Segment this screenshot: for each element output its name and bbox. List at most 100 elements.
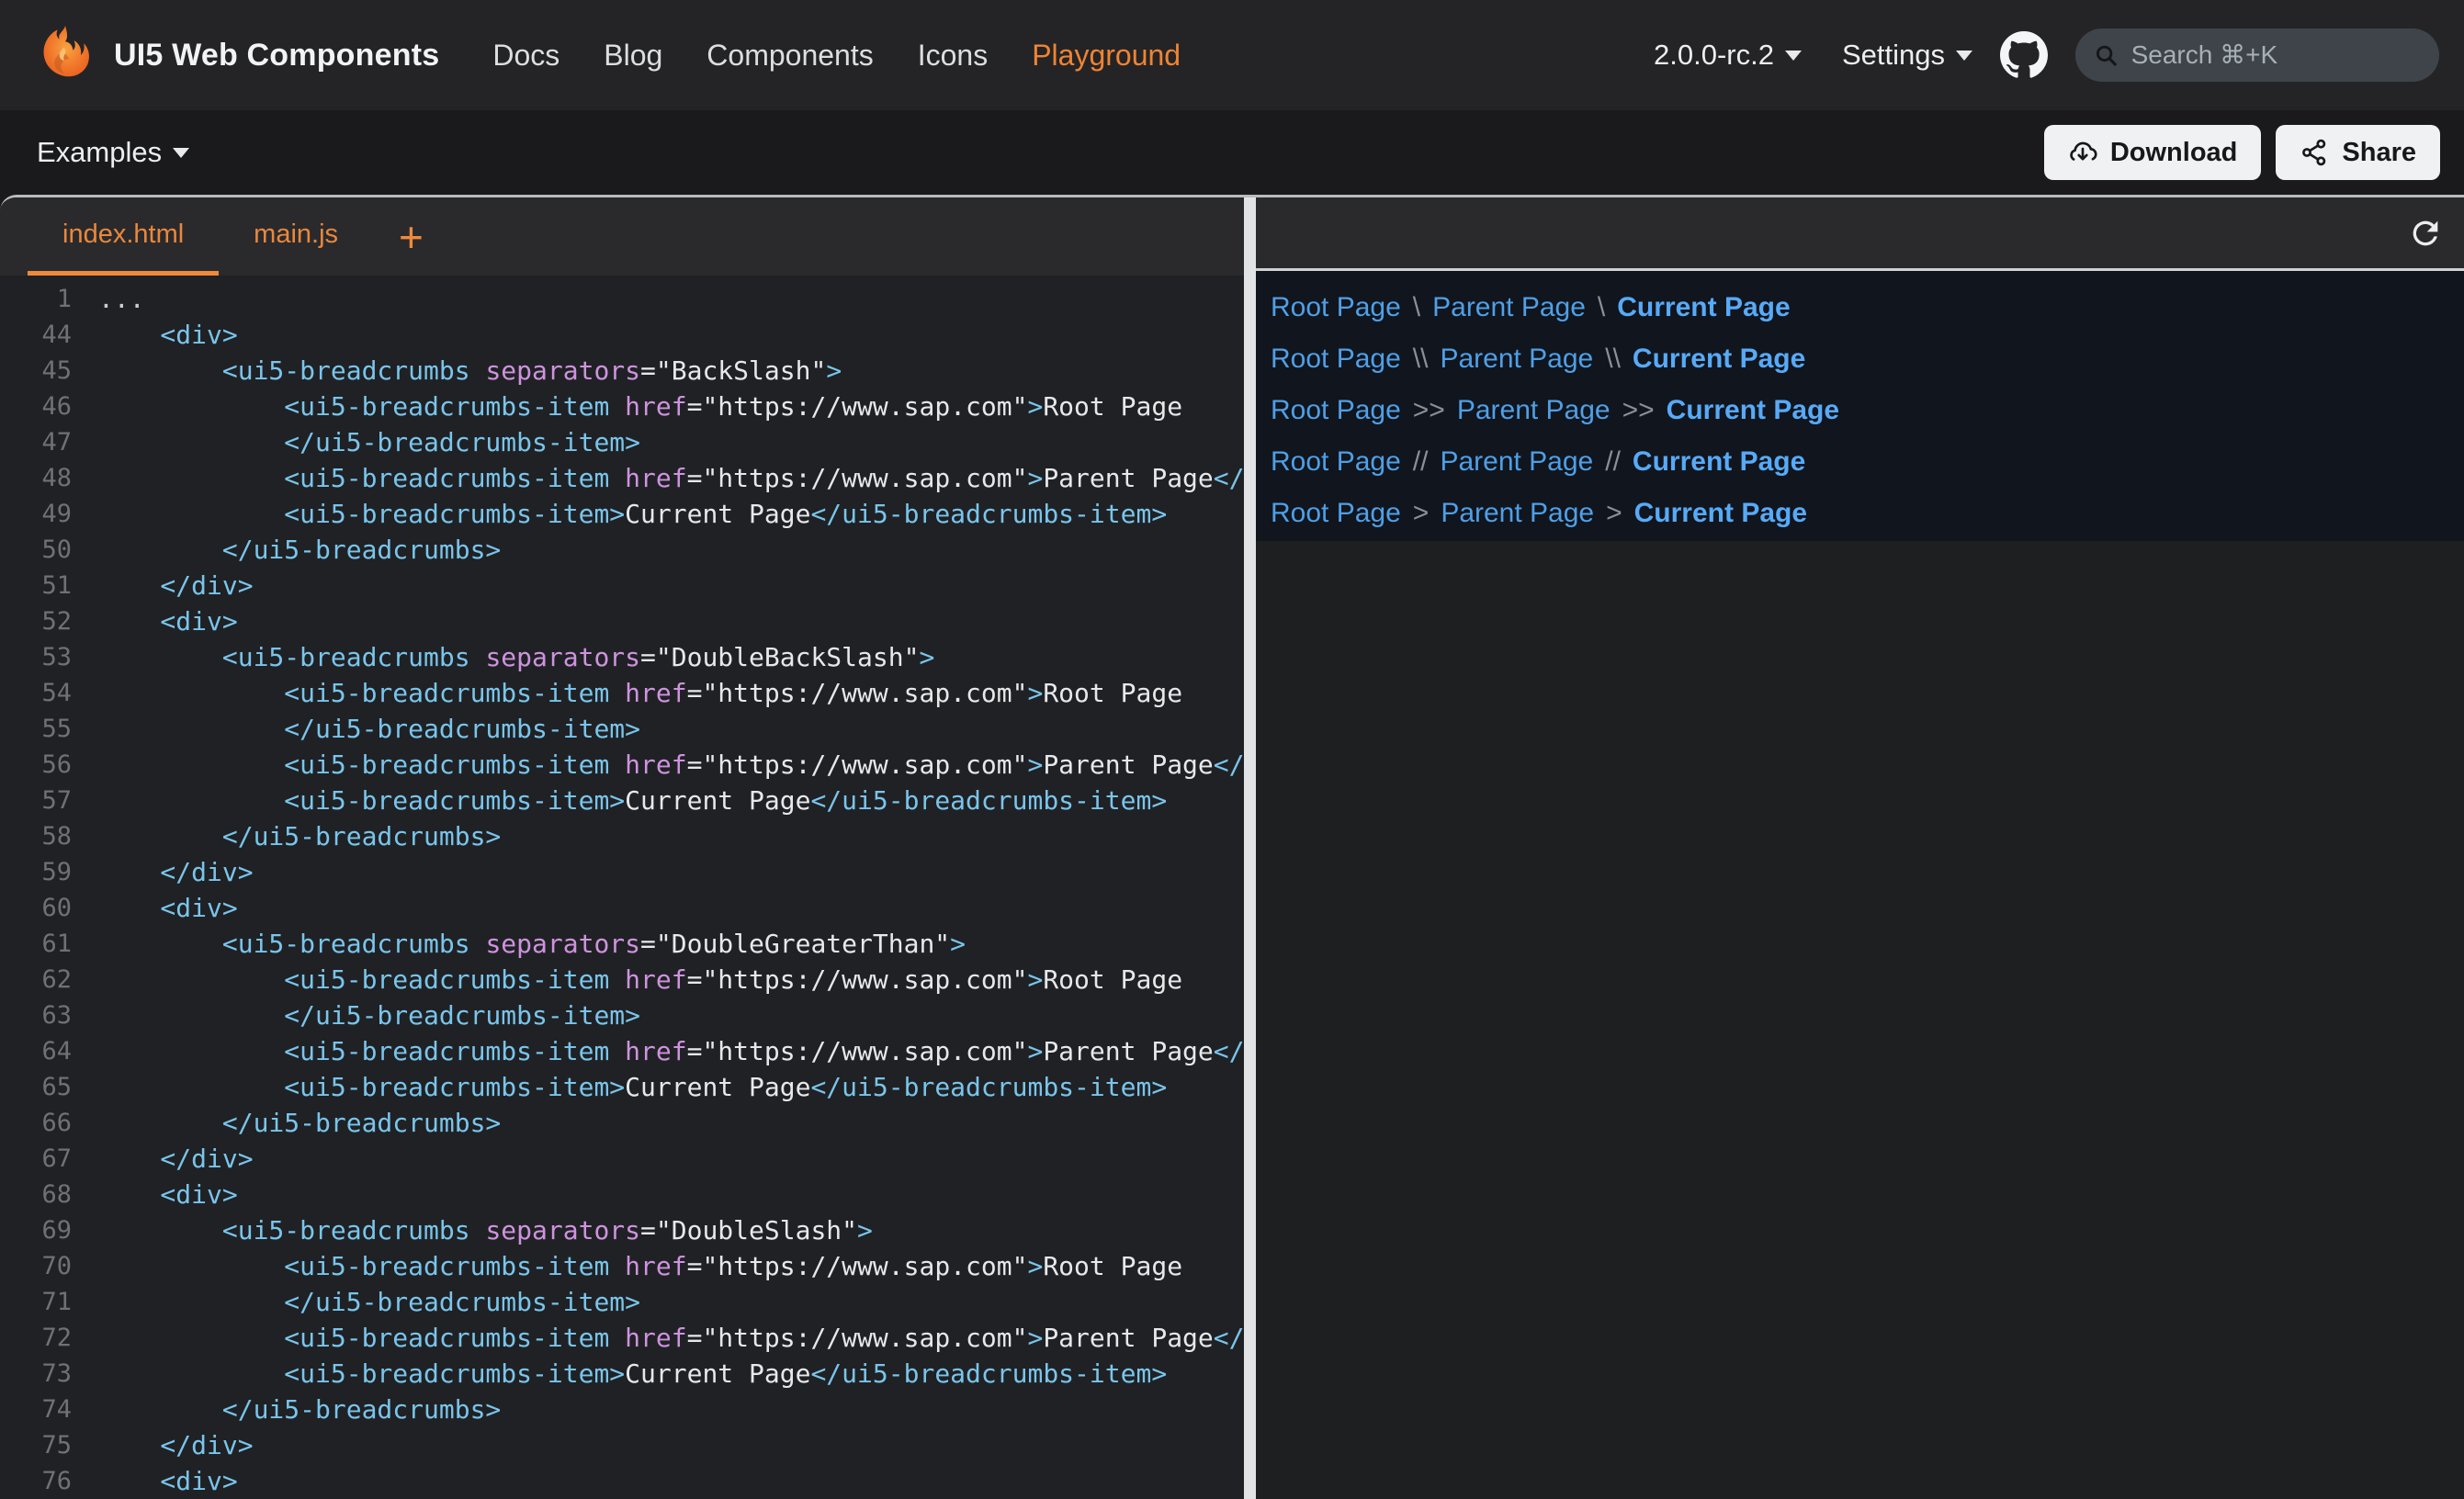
github-icon[interactable] bbox=[2000, 31, 2048, 79]
breadcrumb-link[interactable]: Root Page bbox=[1271, 498, 1401, 529]
breadcrumb-link[interactable]: Root Page bbox=[1271, 344, 1401, 375]
token-attr: href bbox=[625, 750, 686, 780]
line-number: 64 bbox=[0, 1033, 77, 1069]
panel-actions: Download Share bbox=[2044, 125, 2440, 180]
code-area[interactable]: 1...44 <div>45 <ui5-breadcrumbs separato… bbox=[0, 276, 1244, 1499]
token-tag: </ui5-breadcrumbs-item> bbox=[98, 714, 640, 744]
token-plain: ="https://www.sap.com" bbox=[687, 1323, 1028, 1353]
code-editor: index.htmlmain.js + 1...44 <div>45 <ui5-b… bbox=[0, 197, 1244, 1499]
token-tag: </div> bbox=[98, 1430, 254, 1460]
code-text: </ui5-breadcrumbs-item> bbox=[98, 1284, 640, 1320]
token-plain: ="https://www.sap.com" bbox=[687, 678, 1028, 708]
token-attr: href bbox=[625, 463, 686, 493]
code-text: </ui5-breadcrumbs-item> bbox=[98, 424, 640, 460]
token-tag: <ui5-breadcrumbs-item bbox=[98, 750, 625, 780]
code-text: <ui5-breadcrumbs-item href="https://www.… bbox=[98, 1248, 1182, 1284]
brand-title: UI5 Web Components bbox=[114, 38, 439, 73]
examples-dropdown[interactable]: Examples bbox=[37, 136, 189, 169]
token-plain: ="DoubleBackSlash" bbox=[640, 642, 919, 672]
code-line: 54 <ui5-breadcrumbs-item href="https://w… bbox=[0, 675, 1244, 711]
settings-label: Settings bbox=[1842, 39, 1945, 72]
tab-main.js[interactable]: main.js bbox=[219, 197, 373, 276]
breadcrumb-link[interactable]: Parent Page bbox=[1440, 344, 1593, 375]
breadcrumb-separator: > bbox=[1413, 498, 1430, 529]
token-tag: <ui5-breadcrumbs-item bbox=[98, 463, 625, 493]
breadcrumb-separator: \\ bbox=[1413, 344, 1429, 375]
breadcrumb-link[interactable]: Parent Page bbox=[1457, 395, 1611, 426]
code-text: <ui5-breadcrumbs-item>Current Page</ui5-… bbox=[98, 496, 1167, 532]
token-tag: <ui5-breadcrumbs bbox=[98, 929, 485, 959]
breadcrumb-link[interactable]: Parent Page bbox=[1440, 446, 1593, 478]
breadcrumb-separator: > bbox=[1606, 498, 1622, 529]
share-button[interactable]: Share bbox=[2276, 125, 2440, 180]
ui5-phoenix-logo-icon bbox=[33, 24, 96, 86]
version-label: 2.0.0-rc.2 bbox=[1654, 39, 1774, 72]
token-tag: <ui5-breadcrumbs-item bbox=[98, 678, 625, 708]
breadcrumb-link[interactable]: Root Page bbox=[1271, 395, 1401, 426]
code-text: <ui5-breadcrumbs-item href="https://www.… bbox=[98, 1320, 1244, 1356]
token-tag: > bbox=[1027, 391, 1043, 422]
line-number: 74 bbox=[0, 1392, 77, 1427]
breadcrumb-current: Current Page bbox=[1667, 395, 1839, 426]
line-number: 60 bbox=[0, 890, 77, 926]
nav-link-playground[interactable]: Playground bbox=[1032, 39, 1181, 73]
code-line: 58 </ui5-breadcrumbs> bbox=[0, 818, 1244, 854]
preview-empty-area bbox=[1256, 541, 2464, 1499]
token-tag: </ui5-breadcrumbs-item> bbox=[810, 1358, 1167, 1389]
token-tag: </ui5-breadcrumbs-item> bbox=[810, 785, 1167, 816]
token-plain: Root Page bbox=[1043, 964, 1182, 995]
code-text: <ui5-breadcrumbs-item href="https://www.… bbox=[98, 962, 1182, 997]
download-button[interactable]: Download bbox=[2044, 125, 2262, 180]
token-tag: </ui5-breadcrumbs-item> bbox=[1214, 1323, 1244, 1353]
token-tag: </ui5-breadcrumbs-item> bbox=[1214, 463, 1244, 493]
token-tag: > bbox=[1027, 750, 1043, 780]
line-number: 59 bbox=[0, 854, 77, 890]
nav-link-docs[interactable]: Docs bbox=[492, 39, 559, 73]
code-line: 46 <ui5-breadcrumbs-item href="https://w… bbox=[0, 389, 1244, 424]
line-number: 53 bbox=[0, 639, 77, 675]
token-tag: <div> bbox=[98, 320, 238, 350]
token-tag: <ui5-breadcrumbs bbox=[98, 1215, 485, 1245]
version-dropdown[interactable]: 2.0.0-rc.2 bbox=[1654, 39, 1802, 72]
search-input[interactable] bbox=[2131, 40, 2423, 70]
breadcrumb-current: Current Page bbox=[1617, 292, 1790, 323]
tab-index.html[interactable]: index.html bbox=[28, 197, 219, 276]
code-text: <div> bbox=[98, 317, 238, 353]
nav-link-components[interactable]: Components bbox=[706, 39, 873, 73]
token-tag: <ui5-breadcrumbs-item> bbox=[98, 1358, 625, 1389]
token-tag: </div> bbox=[98, 1144, 254, 1174]
token-tag: <ui5-breadcrumbs-item bbox=[98, 391, 625, 422]
code-text: <div> bbox=[98, 1463, 238, 1499]
token-tag: > bbox=[1027, 1251, 1043, 1281]
breadcrumb-link[interactable]: Root Page bbox=[1271, 446, 1401, 478]
playground-panel: index.htmlmain.js + 1...44 <div>45 <ui5-b… bbox=[0, 195, 2464, 1499]
code-text: <ui5-breadcrumbs-item href="https://www.… bbox=[98, 675, 1182, 711]
token-plain: Parent Page bbox=[1043, 1323, 1213, 1353]
token-tag: <div> bbox=[98, 893, 238, 923]
breadcrumb-link[interactable]: Root Page bbox=[1271, 292, 1401, 323]
settings-dropdown[interactable]: Settings bbox=[1842, 39, 1972, 72]
token-tag: <ui5-breadcrumbs-item> bbox=[98, 785, 625, 816]
code-text: <div> bbox=[98, 1177, 238, 1212]
breadcrumb-separator: >> bbox=[1413, 395, 1445, 426]
line-number: 63 bbox=[0, 997, 77, 1033]
token-tag: </ui5-breadcrumbs-item> bbox=[98, 1000, 640, 1031]
line-number: 68 bbox=[0, 1177, 77, 1212]
code-text: </div> bbox=[98, 1141, 254, 1177]
nav-link-blog[interactable]: Blog bbox=[604, 39, 662, 73]
code-text: <ui5-breadcrumbs-item>Current Page</ui5-… bbox=[98, 1356, 1167, 1392]
token-attr: href bbox=[625, 1323, 686, 1353]
code-line: 70 <ui5-breadcrumbs-item href="https://w… bbox=[0, 1248, 1244, 1284]
refresh-icon[interactable] bbox=[2407, 215, 2444, 252]
line-number: 56 bbox=[0, 747, 77, 783]
split-handle[interactable] bbox=[1244, 197, 1256, 1499]
breadcrumb-link[interactable]: Parent Page bbox=[1432, 292, 1586, 323]
add-file-button[interactable]: + bbox=[393, 197, 429, 276]
token-tag: </ui5-breadcrumbs> bbox=[98, 1394, 501, 1425]
line-number: 47 bbox=[0, 424, 77, 460]
code-line: 64 <ui5-breadcrumbs-item href="https://w… bbox=[0, 1033, 1244, 1069]
download-label: Download bbox=[2110, 138, 2238, 168]
nav-link-icons[interactable]: Icons bbox=[918, 39, 988, 73]
search-box[interactable] bbox=[2075, 28, 2439, 82]
breadcrumb-link[interactable]: Parent Page bbox=[1441, 498, 1594, 529]
